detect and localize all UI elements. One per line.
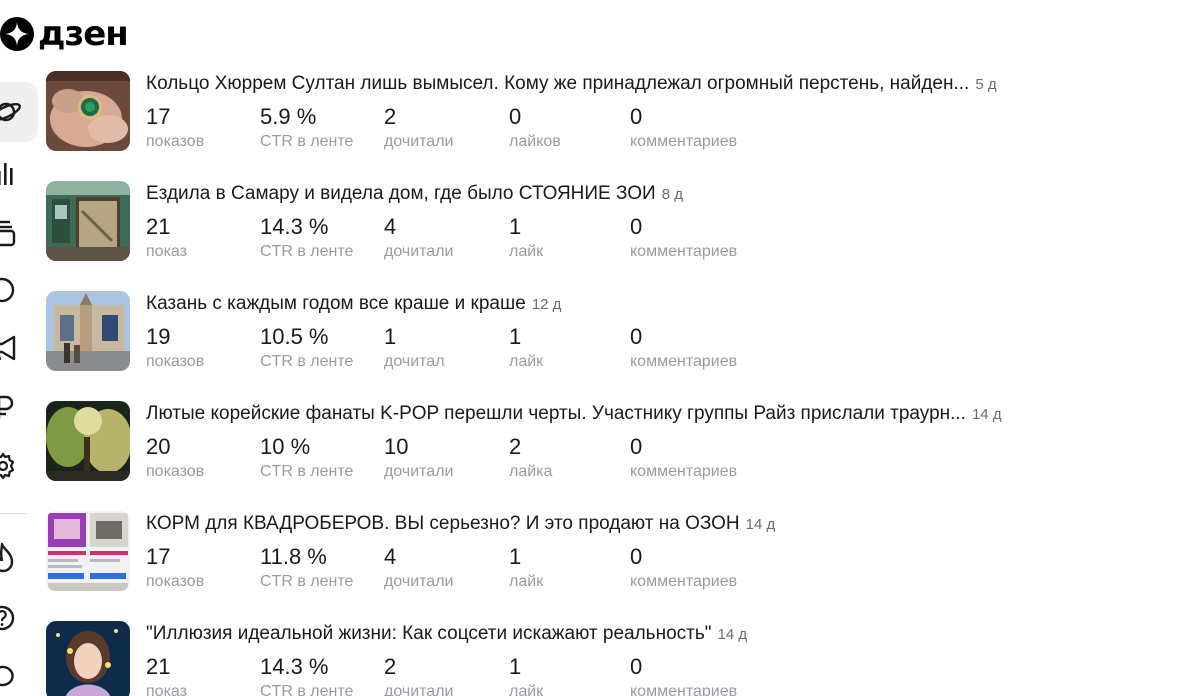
stat-read-through: 10 дочитали bbox=[384, 434, 454, 480]
article-row[interactable]: Лютые корейские фанаты K-POP перешли чер… bbox=[46, 400, 1146, 510]
sidebar-item-comments[interactable] bbox=[0, 264, 38, 316]
article-row[interactable]: Ездила в Самару и видела дом, где было С… bbox=[46, 180, 1146, 290]
stat-comments: 0 комментариев bbox=[630, 544, 738, 590]
stat-views: 21 показ bbox=[146, 214, 187, 260]
stat-read-through: 1 дочитал bbox=[384, 324, 445, 370]
article-thumbnail[interactable] bbox=[46, 511, 130, 591]
article-thumbnail[interactable] bbox=[46, 181, 130, 261]
sidebar-item-statistics[interactable] bbox=[0, 148, 38, 200]
stat-ctr: 10 % CTR в ленте bbox=[260, 434, 354, 480]
stat-likes: 1 лайк bbox=[509, 654, 544, 696]
article-title[interactable]: КОРМ для КВАДРОБЕРОВ. ВЫ серьезно? И это… bbox=[146, 513, 740, 534]
fire-icon bbox=[0, 542, 14, 573]
article-row[interactable]: Кольцо Хюррем Султан лишь вымысел. Кому … bbox=[46, 70, 1146, 180]
stat-comments: 0 комментариев bbox=[630, 104, 738, 150]
article-title[interactable]: Лютые корейские фанаты K-POP перешли чер… bbox=[146, 403, 966, 424]
article-row[interactable]: Казань с каждым годом все краше и краше 1… bbox=[46, 290, 1146, 400]
stat-ctr: 5.9 % CTR в ленте bbox=[260, 104, 354, 150]
megaphone-icon bbox=[0, 335, 16, 361]
gear-icon bbox=[0, 452, 15, 480]
stat-views: 17 показов bbox=[146, 544, 205, 590]
article-age: 14 д bbox=[971, 406, 1002, 423]
stat-views: 21 показ bbox=[146, 654, 187, 696]
stats-bars-icon bbox=[0, 163, 13, 185]
article-thumbnail[interactable] bbox=[46, 401, 130, 481]
dzen-star-icon bbox=[0, 17, 34, 51]
dzen-studio-page: дзен Кольцо Хюррем Султан лишь вымысел. … bbox=[0, 0, 1200, 696]
stat-comments: 0 комментариев bbox=[630, 214, 738, 260]
stat-ctr: 14.3 % CTR в ленте bbox=[260, 654, 354, 696]
article-title[interactable]: "Иллюзия идеальной жизни: Как соцсети ис… bbox=[146, 623, 711, 644]
sidebar-item-trends[interactable] bbox=[0, 532, 38, 584]
brand-name: дзен bbox=[38, 14, 129, 54]
stat-read-through: 4 дочитали bbox=[384, 544, 454, 590]
article-thumbnail[interactable] bbox=[46, 621, 130, 696]
article-thumbnail[interactable] bbox=[46, 291, 130, 371]
stat-views: 17 показов bbox=[146, 104, 205, 150]
sidebar-item-help[interactable] bbox=[0, 592, 38, 644]
ruble-icon bbox=[0, 395, 14, 419]
stat-read-through: 2 дочитали bbox=[384, 654, 454, 696]
sidebar-item-feed[interactable] bbox=[0, 82, 38, 142]
article-title[interactable]: Казань с каждым годом все краше и краше bbox=[146, 293, 526, 314]
stat-ctr: 10.5 % CTR в ленте bbox=[260, 324, 354, 370]
stat-views: 19 показов bbox=[146, 324, 205, 370]
help-icon bbox=[0, 605, 15, 631]
article-row[interactable]: КОРМ для КВАДРОБЕРОВ. ВЫ серьезно? И это… bbox=[46, 510, 1146, 620]
support-chat-icon bbox=[0, 665, 14, 687]
article-age: 14 д bbox=[745, 516, 776, 533]
article-age: 14 д bbox=[717, 626, 748, 643]
stat-likes: 1 лайк bbox=[509, 324, 544, 370]
article-row[interactable]: "Иллюзия идеальной жизни: Как соцсети ис… bbox=[46, 620, 1146, 696]
sidebar-divider bbox=[0, 513, 26, 514]
stat-likes: 1 лайк bbox=[509, 544, 544, 590]
stat-likes: 1 лайк bbox=[509, 214, 544, 260]
article-thumbnail[interactable] bbox=[46, 71, 130, 151]
stat-comments: 0 комментариев bbox=[630, 654, 738, 696]
sidebar-item-promotion[interactable] bbox=[0, 322, 38, 374]
article-age: 5 д bbox=[975, 76, 997, 93]
chat-bubble-icon bbox=[0, 277, 15, 303]
stat-comments: 0 комментариев bbox=[630, 434, 738, 480]
article-title[interactable]: Ездила в Самару и видела дом, где было С… bbox=[146, 183, 656, 204]
sidebar-item-monetization[interactable] bbox=[0, 382, 38, 434]
article-title[interactable]: Кольцо Хюррем Султан лишь вымысел. Кому … bbox=[146, 73, 969, 94]
sidebar-item-settings[interactable] bbox=[0, 440, 38, 492]
sidebar-item-publications[interactable] bbox=[0, 206, 38, 258]
stat-read-through: 4 дочитали bbox=[384, 214, 454, 260]
planet-icon bbox=[0, 102, 21, 122]
stat-comments: 0 комментариев bbox=[630, 324, 738, 370]
dzen-logo[interactable]: дзен bbox=[0, 14, 129, 54]
sidebar-item-support[interactable] bbox=[0, 650, 38, 696]
articles-stats-list: Кольцо Хюррем Султан лишь вымысел. Кому … bbox=[46, 70, 1146, 696]
stat-views: 20 показов bbox=[146, 434, 205, 480]
stat-read-through: 2 дочитали bbox=[384, 104, 454, 150]
stat-ctr: 11.8 % CTR в ленте bbox=[260, 544, 354, 590]
stat-likes: 2 лайка bbox=[509, 434, 553, 480]
layers-icon bbox=[0, 220, 16, 247]
article-age: 12 д bbox=[531, 296, 562, 313]
article-age: 8 д bbox=[661, 186, 683, 203]
stat-likes: 0 лайков bbox=[509, 104, 561, 150]
stat-ctr: 14.3 % CTR в ленте bbox=[260, 214, 354, 260]
sidebar-nav bbox=[0, 70, 40, 696]
